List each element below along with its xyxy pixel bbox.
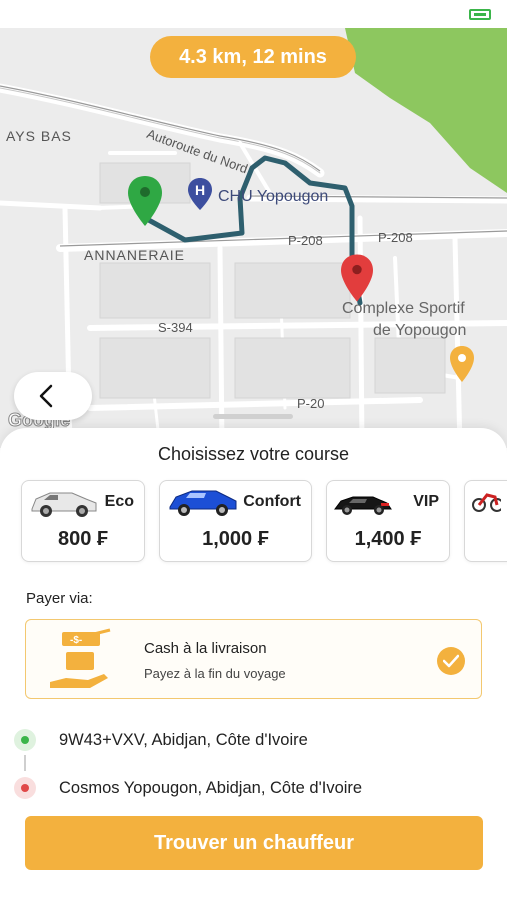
dropoff-dot-icon [14,777,36,799]
vehicle-card-confort[interactable]: Confort 1,000 ₣ [159,480,312,562]
chevron-left-icon [39,384,53,408]
vehicle-card-partial[interactable] [464,480,507,562]
vehicle-name: VIP [413,493,439,510]
find-driver-button[interactable]: Trouver un chauffeur [25,816,483,870]
map-label-p208-b: P-208 [378,230,413,245]
map-label-p20: P-20 [297,396,325,411]
pickup-address[interactable]: 9W43+VXV, Abidjan, Côte d'Ivoire [59,731,308,750]
payment-subtitle: Payez à la fin du voyage [144,666,286,681]
poi-pin-icon [450,346,474,382]
map-label-annaneraie: ANNANERAIE [84,247,186,263]
vehicle-card-vip[interactable]: VIP 1,400 ₣ [326,480,450,562]
map-label-ays-bas: AYS BAS [6,128,72,144]
vehicle-price: 1,400 ₣ [354,528,422,550]
black-sports-car-icon [334,496,392,515]
vehicle-name: Confort [243,493,301,510]
svg-text:-$-: -$- [70,635,82,646]
battery-icon [469,9,491,20]
map-label-p208-a: P-208 [288,233,323,248]
map-label-complexe-2: de Yopougon [373,322,467,339]
sheet-drag-handle[interactable] [213,414,293,419]
vehicle-price: 1,000 ₣ [202,528,269,550]
blue-car-icon [169,490,237,516]
status-bar [0,0,507,28]
route-summary-badge: 4.3 km, 12 mins [150,36,356,78]
selected-check-icon [437,647,465,675]
map-label-complexe-1: Complexe Sportif [342,300,465,317]
pickup-dot-icon [14,729,36,751]
svg-text:H: H [195,182,205,198]
vehicle-name: Eco [104,493,134,510]
dropoff-address[interactable]: Cosmos Yopougon, Abidjan, Côte d'Ivoire [59,779,362,798]
map-label-s394: S-394 [158,320,193,335]
vehicle-card-eco[interactable]: Eco 800 ₣ [21,480,145,562]
map-label-chu: CHU Yopougon [218,188,329,205]
payment-title: Cash à la livraison [144,640,267,657]
payment-label: Payer via: [26,590,93,607]
sheet-title: Choisissez votre course [157,444,350,464]
route-connector [24,755,26,771]
payment-option-cash[interactable]: -$- Cash à la livraison Payez à la fin d… [25,619,482,699]
origin-pin-icon [128,176,162,226]
white-car-icon [31,492,97,517]
vehicle-price: 800 ₣ [57,528,109,550]
motorbike-icon [472,493,501,512]
hospital-pin-icon: H [188,178,212,210]
back-button[interactable] [14,372,92,420]
destination-pin-icon [341,254,373,302]
cash-payment-icon: -$- [50,628,111,688]
